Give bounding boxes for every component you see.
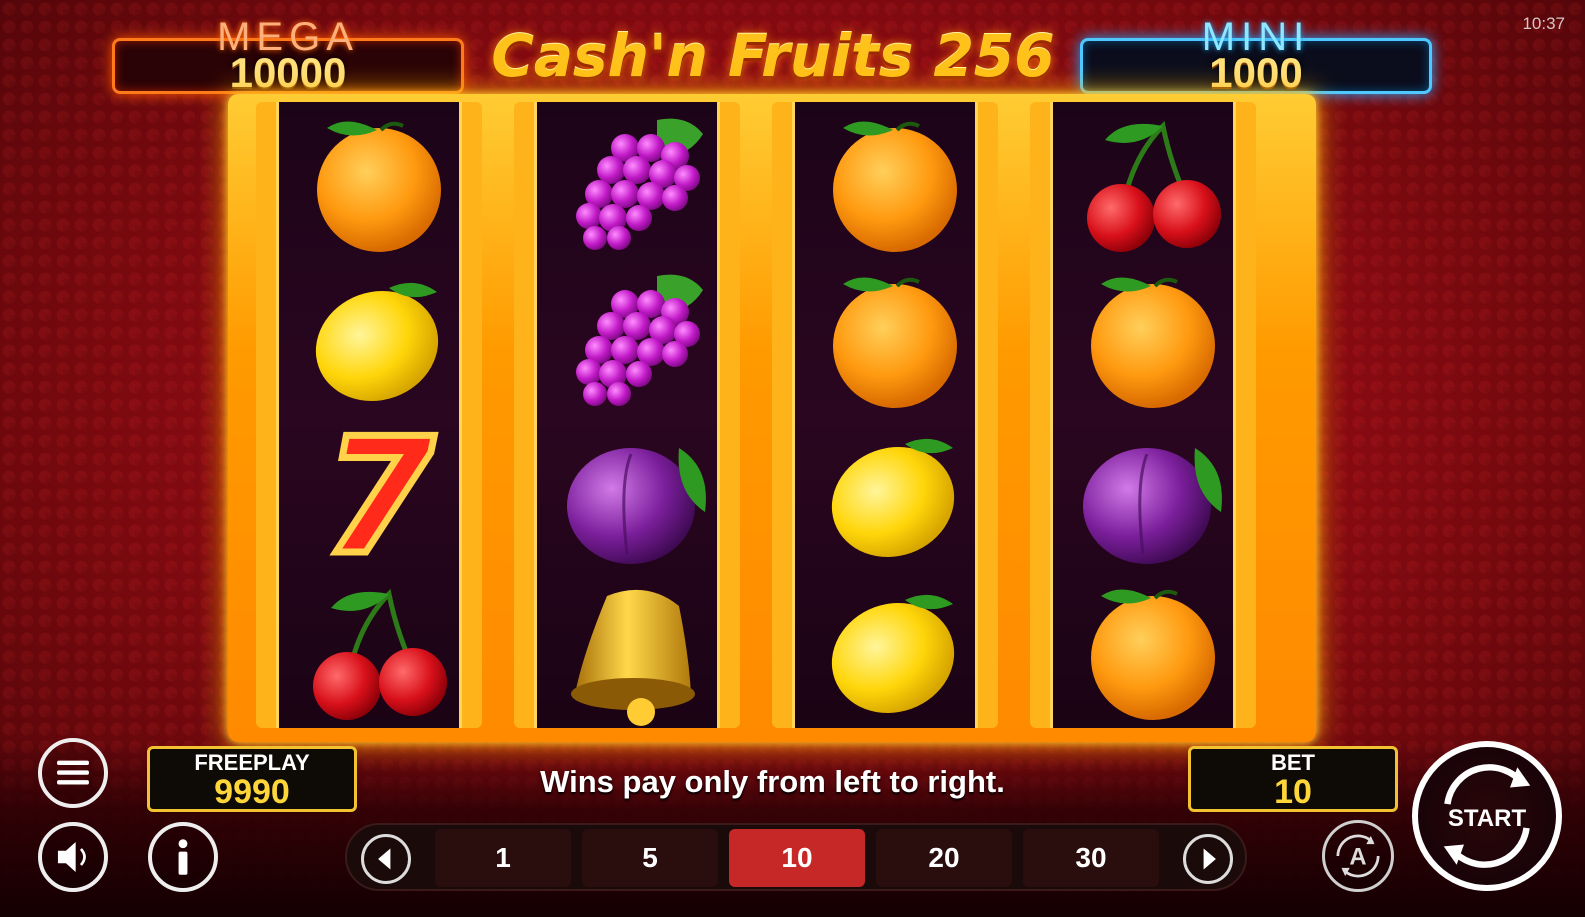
autoplay-icon: A xyxy=(1336,834,1380,878)
seven-symbol: 7 xyxy=(289,400,469,594)
reel-3 xyxy=(772,102,998,728)
start-button[interactable]: START xyxy=(1412,741,1562,891)
info-button[interactable] xyxy=(148,822,218,892)
arrow-right-icon xyxy=(1203,848,1216,870)
bet-next-button[interactable] xyxy=(1183,834,1233,884)
bet-selector: 1 5 10 20 30 xyxy=(345,823,1247,891)
bet-value: 10 xyxy=(1274,773,1312,811)
start-label: START xyxy=(1447,805,1527,832)
reel-4 xyxy=(1030,102,1256,728)
orange-symbol xyxy=(805,108,985,258)
mini-jackpot-value: 1000 xyxy=(1209,49,1303,96)
bet-option-20[interactable]: 20 xyxy=(876,829,1012,887)
freeplay-label: FREEPLAY xyxy=(194,750,310,775)
reel-1: 7 xyxy=(256,102,482,728)
reel-frame: 7 xyxy=(228,94,1316,742)
plum-symbol xyxy=(1063,420,1243,570)
reel-window xyxy=(1050,102,1236,728)
orange-symbol xyxy=(289,108,469,258)
bet-label: BET xyxy=(1271,750,1315,775)
sound-button[interactable] xyxy=(38,822,108,892)
orange-symbol xyxy=(1063,264,1243,414)
reel-window xyxy=(534,102,720,728)
reel-window: 7 xyxy=(276,102,462,728)
lemon-symbol xyxy=(805,420,985,570)
bet-option-30[interactable]: 30 xyxy=(1023,829,1159,887)
svg-text:7: 7 xyxy=(323,420,435,570)
bet-prev-button[interactable] xyxy=(361,834,411,884)
lemon-symbol xyxy=(289,264,469,414)
mega-jackpot-value: 10000 xyxy=(229,49,347,96)
grapes-symbol xyxy=(547,108,727,258)
lemon-symbol xyxy=(805,576,985,726)
cherry-symbol xyxy=(1063,108,1243,258)
reel-window xyxy=(792,102,978,728)
win-rule-message: Wins pay only from left to right. xyxy=(540,764,1005,799)
menu-icon xyxy=(57,760,89,785)
bet-option-5[interactable]: 5 xyxy=(582,829,718,887)
bet-option-10[interactable]: 10 xyxy=(729,829,865,887)
orange-symbol xyxy=(805,264,985,414)
speaker-icon xyxy=(57,841,86,873)
mega-jackpot: MEGA 10000 xyxy=(112,15,464,96)
clock: 10:37 xyxy=(1522,14,1565,33)
arrow-left-icon xyxy=(378,848,391,870)
bell-symbol xyxy=(547,576,727,726)
autoplay-button[interactable]: A xyxy=(1322,820,1394,892)
plum-symbol xyxy=(547,420,727,570)
orange-symbol xyxy=(1063,576,1243,726)
freeplay-display: FREEPLAY 9990 xyxy=(147,746,357,812)
grapes-symbol xyxy=(547,264,727,414)
menu-button[interactable] xyxy=(38,738,108,808)
mini-jackpot: MINI 1000 xyxy=(1080,15,1432,96)
game-title: Cash'n Fruits 256 xyxy=(491,22,1055,90)
reel-2 xyxy=(514,102,740,728)
bet-display: BET 10 xyxy=(1188,746,1398,812)
freeplay-value: 9990 xyxy=(214,773,290,811)
cherry-symbol xyxy=(289,576,469,726)
info-icon xyxy=(178,839,188,875)
bet-option-1[interactable]: 1 xyxy=(435,829,571,887)
svg-text:A: A xyxy=(1349,843,1366,870)
